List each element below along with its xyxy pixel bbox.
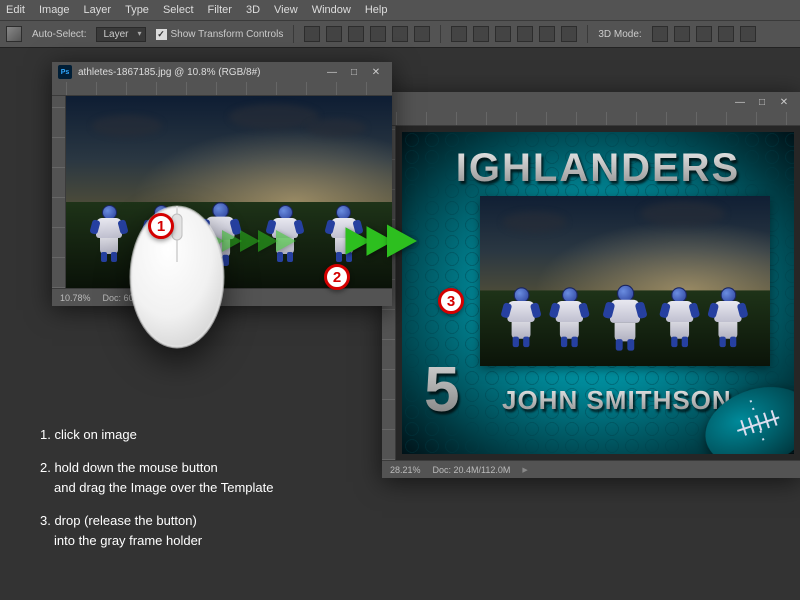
- menu-type[interactable]: Type: [125, 4, 149, 16]
- menu-filter[interactable]: Filter: [208, 4, 232, 16]
- flyout-icon[interactable]: ▶: [522, 466, 527, 474]
- align-bottom-icon[interactable]: [414, 26, 430, 42]
- mode-pan-icon[interactable]: [696, 26, 712, 42]
- menu-window[interactable]: Window: [312, 4, 351, 16]
- auto-select-dropdown[interactable]: Layer: [96, 27, 145, 42]
- ruler-horizontal: [52, 82, 392, 96]
- arrow-icon: [387, 225, 417, 258]
- close-icon[interactable]: ✕: [774, 95, 794, 109]
- source-titlebar[interactable]: Ps athletes-1867185.jpg @ 10.8% (RGB/8#)…: [52, 62, 392, 82]
- maximize-icon[interactable]: □: [344, 65, 364, 79]
- template-statusbar: 28.21% Doc: 20.4M/112.0M ▶: [382, 460, 800, 478]
- instruction-step-2: 2. hold down the mouse button and drag t…: [40, 458, 273, 497]
- check-icon: ✓: [156, 29, 167, 40]
- menu-edit[interactable]: Edit: [6, 4, 25, 16]
- menu-help[interactable]: Help: [365, 4, 388, 16]
- align-right-icon[interactable]: [348, 26, 364, 42]
- instruction-step-1: 1. click on image: [40, 425, 273, 445]
- align-vcenter-icon[interactable]: [392, 26, 408, 42]
- show-transform-label: Show Transform Controls: [171, 29, 284, 40]
- template-team-name: IGHLANDERS: [402, 146, 794, 191]
- template-document-window[interactable]: — □ ✕ IGHLANDERS: [382, 92, 800, 478]
- menu-select[interactable]: Select: [163, 4, 194, 16]
- align-left-icon[interactable]: [304, 26, 320, 42]
- separator: [440, 25, 441, 43]
- arrow-icon: [276, 230, 296, 252]
- auto-select-label: Auto-Select:: [32, 29, 86, 40]
- instruction-line: 3. drop (release the button): [40, 513, 197, 528]
- show-transform-checkbox[interactable]: ✓ Show Transform Controls: [156, 29, 284, 40]
- instruction-step-3: 3. drop (release the button) into the gr…: [40, 511, 273, 550]
- instructions: 1. click on image 2. hold down the mouse…: [40, 425, 273, 565]
- dist-bottom-icon[interactable]: [561, 26, 577, 42]
- move-tool-icon[interactable]: [6, 26, 22, 42]
- source-zoom: 10.78%: [60, 293, 91, 303]
- instruction-line: and drag the Image over the Template: [40, 480, 273, 495]
- template-titlebar[interactable]: — □ ✕: [382, 92, 800, 112]
- dist-vc-icon[interactable]: [539, 26, 555, 42]
- align-icons: [304, 26, 430, 42]
- dropped-photo: [480, 196, 770, 366]
- mode-icons: [652, 26, 756, 42]
- menu-image[interactable]: Image: [39, 4, 70, 16]
- separator: [587, 25, 588, 43]
- align-hcenter-icon[interactable]: [326, 26, 342, 42]
- app-menubar: Edit Image Layer Type Select Filter 3D V…: [0, 0, 800, 20]
- align-top-icon[interactable]: [370, 26, 386, 42]
- maximize-icon[interactable]: □: [752, 95, 772, 109]
- step-marker-1: 1: [148, 213, 174, 239]
- arrow-icon: [258, 230, 278, 252]
- template-player-number: 5: [424, 352, 460, 426]
- separator: [293, 25, 294, 43]
- distribute-icons: [451, 26, 577, 42]
- dist-h-icon[interactable]: [451, 26, 467, 42]
- step-marker-3: 3: [438, 288, 464, 314]
- ps-app-icon: Ps: [58, 65, 72, 79]
- mouse-illustration: [122, 192, 232, 352]
- close-icon[interactable]: ✕: [366, 65, 386, 79]
- menu-view[interactable]: View: [274, 4, 298, 16]
- template-docinfo: Doc: 20.4M/112.0M: [433, 465, 511, 475]
- template-zoom: 28.21%: [390, 465, 421, 475]
- ruler-vertical: [52, 96, 66, 288]
- source-title: athletes-1867185.jpg @ 10.8% (RGB/8#): [78, 67, 260, 78]
- dist-hc-icon[interactable]: [473, 26, 489, 42]
- photo-placeholder[interactable]: [480, 196, 770, 366]
- step-marker-2: 2: [324, 264, 350, 290]
- arrow-icon: [240, 230, 260, 252]
- minimize-icon[interactable]: —: [730, 95, 750, 109]
- ruler-horizontal: [382, 112, 800, 126]
- template-player-name: JOHN SMITHSON: [502, 385, 732, 416]
- mode-label: 3D Mode:: [598, 29, 641, 40]
- options-bar: Auto-Select: Layer ✓ Show Transform Cont…: [0, 20, 800, 48]
- mode-orbit-icon[interactable]: [652, 26, 668, 42]
- minimize-icon[interactable]: —: [322, 65, 342, 79]
- mode-zoom-icon[interactable]: [740, 26, 756, 42]
- instruction-line: into the gray frame holder: [40, 533, 202, 548]
- menu-layer[interactable]: Layer: [84, 4, 112, 16]
- instruction-line: 2. hold down the mouse button: [40, 460, 218, 475]
- dist-right-icon[interactable]: [495, 26, 511, 42]
- menu-3d[interactable]: 3D: [246, 4, 260, 16]
- mode-slide-icon[interactable]: [718, 26, 734, 42]
- mode-roll-icon[interactable]: [674, 26, 690, 42]
- dist-top-icon[interactable]: [517, 26, 533, 42]
